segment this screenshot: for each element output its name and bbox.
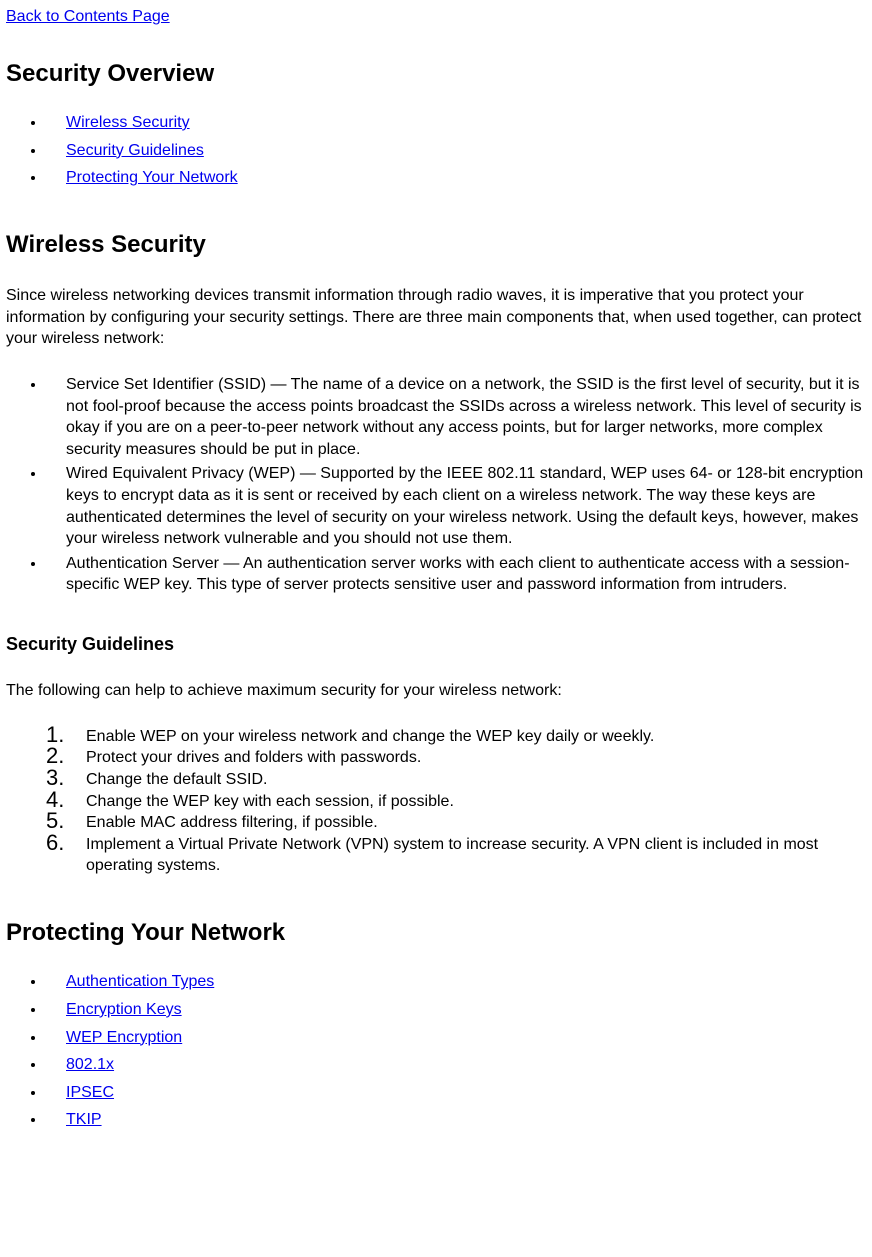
- list-item: Security Guidelines: [46, 140, 866, 162]
- list-item: Authentication Server — An authenticatio…: [46, 553, 866, 596]
- list-item: Service Set Identifier (SSID) — The name…: [46, 374, 866, 460]
- toc-link-wireless-security[interactable]: Wireless Security: [66, 114, 190, 131]
- list-item: 802.1x: [46, 1054, 866, 1076]
- link-8021x[interactable]: 802.1x: [66, 1056, 114, 1073]
- list-item: Authentication Types: [46, 971, 866, 993]
- list-item: Enable WEP on your wireless network and …: [46, 726, 866, 748]
- list-item: Implement a Virtual Private Network (VPN…: [46, 834, 866, 877]
- list-item: Change the default SSID.: [46, 769, 866, 791]
- list-item: Wired Equivalent Privacy (WEP) — Support…: [46, 463, 866, 549]
- protecting-links-list: Authentication Types Encryption Keys WEP…: [46, 971, 866, 1131]
- list-item: WEP Encryption: [46, 1027, 866, 1049]
- wireless-security-heading: Wireless Security: [6, 229, 866, 261]
- list-item: Change the WEP key with each session, if…: [46, 791, 866, 813]
- link-tkip[interactable]: TKIP: [66, 1111, 102, 1128]
- list-item: IPSEC: [46, 1082, 866, 1104]
- list-item: Wireless Security: [46, 112, 866, 134]
- link-authentication-types[interactable]: Authentication Types: [66, 973, 214, 990]
- toc-link-security-guidelines[interactable]: Security Guidelines: [66, 142, 204, 159]
- list-item: Enable MAC address filtering, if possibl…: [46, 812, 866, 834]
- list-item: Protect your drives and folders with pas…: [46, 747, 866, 769]
- guidelines-intro-text: The following can help to achieve maximu…: [6, 680, 866, 702]
- page-title: Security Overview: [6, 58, 866, 90]
- toc-link-protecting-your-network[interactable]: Protecting Your Network: [66, 169, 238, 186]
- list-item: Protecting Your Network: [46, 167, 866, 189]
- list-item: Encryption Keys: [46, 999, 866, 1021]
- wireless-intro-text: Since wireless networking devices transm…: [6, 285, 866, 350]
- protecting-network-heading: Protecting Your Network: [6, 917, 866, 949]
- wireless-components-list: Service Set Identifier (SSID) — The name…: [46, 374, 866, 596]
- link-encryption-keys[interactable]: Encryption Keys: [66, 1001, 182, 1018]
- toc-list: Wireless Security Security Guidelines Pr…: [46, 112, 866, 189]
- link-wep-encryption[interactable]: WEP Encryption: [66, 1029, 182, 1046]
- back-to-contents-link[interactable]: Back to Contents Page: [6, 6, 866, 28]
- security-guidelines-heading: Security Guidelines: [6, 632, 866, 656]
- link-ipsec[interactable]: IPSEC: [66, 1084, 114, 1101]
- guidelines-list: Enable WEP on your wireless network and …: [46, 726, 866, 877]
- list-item: TKIP: [46, 1109, 866, 1131]
